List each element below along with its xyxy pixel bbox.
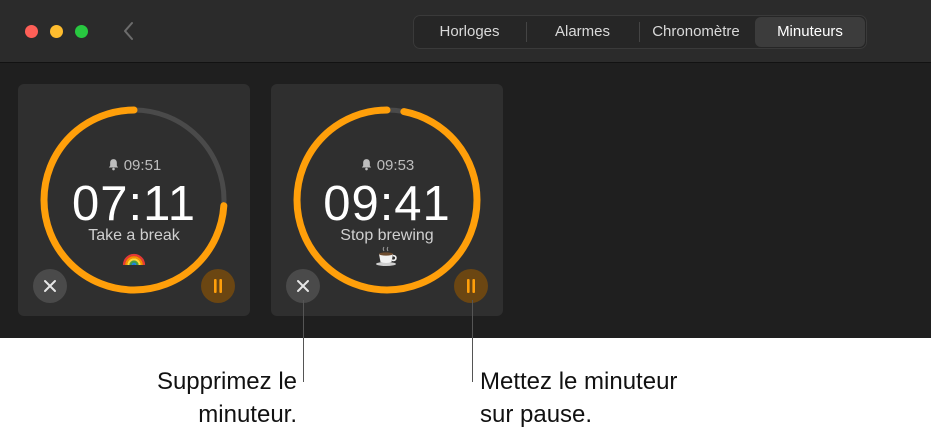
minimize-window-button[interactable]	[50, 25, 63, 38]
pause-timer-button[interactable]	[201, 269, 235, 303]
view-tabs: Horloges Alarmes Chronomètre Minuteurs	[413, 15, 867, 49]
callout-line-pause	[472, 300, 473, 382]
callout-pause: Mettez le minuteur sur pause.	[480, 365, 677, 431]
delete-timer-button[interactable]	[33, 269, 67, 303]
callout-pause-line2: sur pause.	[480, 401, 593, 428]
tab-minuteurs[interactable]: Minuteurs	[755, 17, 865, 47]
back-chevron-icon[interactable]	[118, 20, 140, 42]
bell-icon	[108, 159, 118, 171]
clock-app-window: Horloges Alarmes Chronomètre Minuteurs 0…	[0, 0, 931, 338]
toolbar: Horloges Alarmes Chronomètre Minuteurs	[0, 0, 931, 63]
zoom-window-button[interactable]	[75, 25, 88, 38]
callout-delete-line1: Supprimez le	[156, 368, 297, 395]
timer-label: Take a break	[88, 227, 180, 244]
timer-card[interactable]: 09:53 09:41 Stop brewing	[271, 84, 503, 316]
alarm-time-row: 09:51	[18, 157, 250, 174]
close-icon	[44, 280, 56, 292]
callout-pause-line1: Mettez le minuteur	[480, 368, 678, 395]
close-icon	[297, 280, 309, 292]
remaining-time: 09:41	[323, 177, 451, 231]
pause-icon	[467, 279, 475, 293]
tab-chronometre[interactable]: Chronomètre	[639, 17, 753, 47]
callout-delete-line2: minuteur.	[198, 401, 297, 428]
delete-timer-button[interactable]	[286, 269, 320, 303]
pause-timer-button[interactable]	[454, 269, 488, 303]
alarm-time: 09:51	[123, 157, 162, 174]
rainbow-icon	[122, 245, 146, 267]
bell-icon	[361, 159, 371, 171]
remaining-time: 07:11	[72, 177, 196, 231]
timer-label: Stop brewing	[340, 227, 434, 244]
close-window-button[interactable]	[25, 25, 38, 38]
pause-icon	[214, 279, 222, 293]
tab-alarmes[interactable]: Alarmes	[526, 17, 639, 47]
tab-horloges[interactable]: Horloges	[413, 17, 526, 47]
alarm-time-row: 09:53	[271, 157, 503, 174]
coffee-cup-icon	[375, 245, 399, 267]
alarm-time: 09:53	[376, 157, 415, 174]
timer-card[interactable]: 09:51 07:11 Take a break	[18, 84, 250, 316]
callout-delete: Supprimez le minuteur.	[157, 365, 297, 431]
callout-line-delete	[303, 300, 304, 382]
